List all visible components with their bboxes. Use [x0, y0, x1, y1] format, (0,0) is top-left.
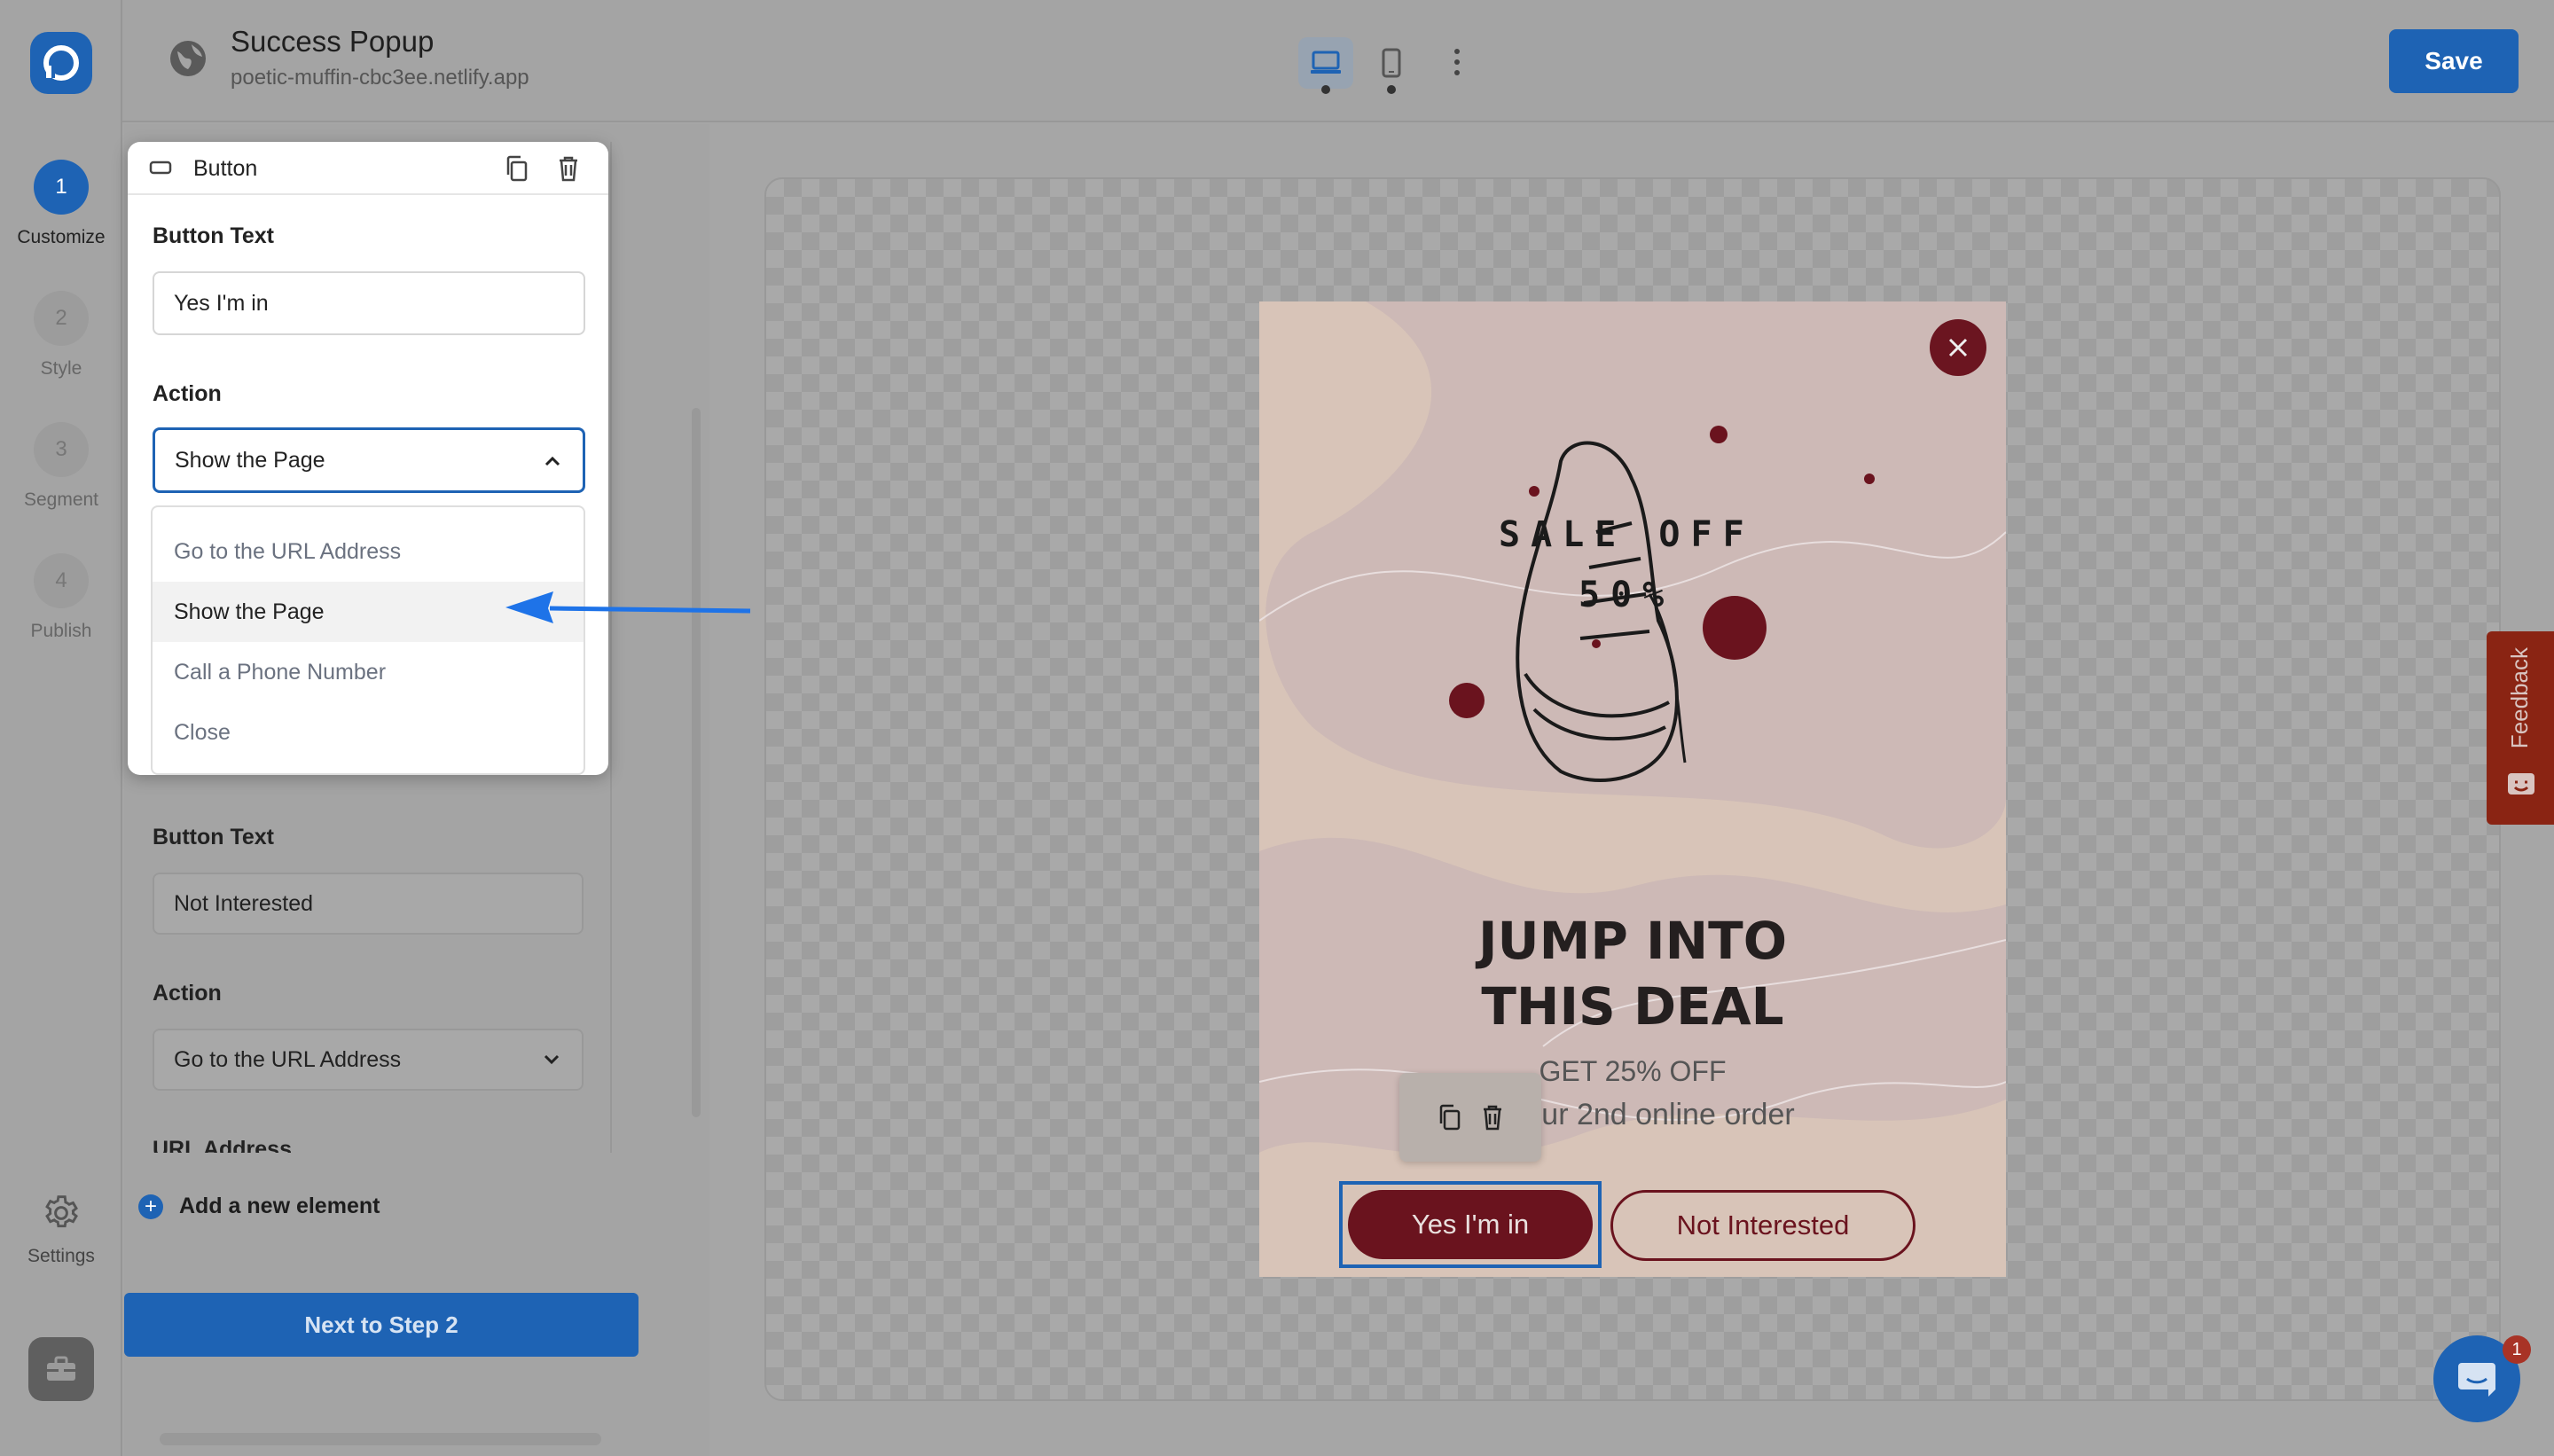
step-label: Publish: [30, 621, 92, 641]
globe-icon: [168, 39, 208, 78]
dropdown-option[interactable]: Go to the URL Address: [153, 521, 584, 582]
desktop-icon: [1311, 51, 1341, 74]
action-select-value: Go to the URL Address: [174, 1046, 402, 1072]
element-settings-card: Button Button Text Yes I'm in Action Sho…: [128, 142, 608, 775]
button-element-icon: [149, 160, 172, 175]
action-select[interactable]: Show the Page: [153, 427, 585, 493]
trash-icon[interactable]: [557, 154, 580, 183]
panel-horizontal-scrollbar[interactable]: [160, 1433, 601, 1445]
step-label: Customize: [17, 227, 106, 247]
app-logo-icon[interactable]: [30, 32, 92, 94]
add-new-element-button[interactable]: + Add a new element: [138, 1194, 380, 1219]
action-select[interactable]: Go to the URL Address: [153, 1029, 584, 1091]
action-select-value: Show the Page: [175, 447, 325, 473]
chat-icon: [2458, 1363, 2495, 1397]
trash-icon[interactable]: [1481, 1103, 1504, 1131]
action-label: Action: [153, 981, 222, 1006]
step-customize[interactable]: 1 Customize: [0, 160, 122, 248]
site-url: poetic-muffin-cbc3ee.netlify.app: [231, 66, 529, 90]
mobile-indicator-dot: [1387, 85, 1396, 94]
gear-icon: [45, 1195, 78, 1228]
chevron-up-icon: [544, 456, 560, 466]
settings-button[interactable]: Settings: [0, 1194, 122, 1267]
dropdown-option[interactable]: Call a Phone Number: [153, 642, 584, 702]
feedback-smile-icon: [2508, 773, 2534, 795]
button-text-input[interactable]: Yes I'm in: [153, 271, 585, 335]
plus-icon: +: [138, 1194, 163, 1219]
settings-label: Settings: [27, 1246, 95, 1266]
chat-notification-badge: 1: [2503, 1335, 2531, 1364]
action-label: Action: [153, 381, 222, 406]
headline-line2: THIS DEAL: [1481, 976, 1784, 1037]
popup-subtext-line1[interactable]: GET 25% OFF: [1259, 1055, 2006, 1088]
step-publish[interactable]: 4 Publish: [0, 553, 122, 642]
chevron-down-icon: [544, 1054, 560, 1065]
button-text-label: Button Text: [153, 825, 275, 849]
dropdown-option[interactable]: Close: [153, 702, 584, 763]
save-button[interactable]: Save: [2389, 29, 2519, 93]
desktop-view-button[interactable]: [1298, 37, 1353, 89]
duplicate-icon[interactable]: [504, 154, 530, 183]
url-address-label: URL Address: [153, 1137, 292, 1153]
step-number: 1: [34, 160, 89, 215]
step-label: Segment: [23, 489, 99, 510]
pointer-arrow-icon: [505, 591, 751, 623]
desktop-indicator-dot: [1321, 85, 1330, 94]
step-number: 3: [34, 422, 89, 477]
element-toolbar: [1399, 1073, 1541, 1162]
next-step-button[interactable]: Next to Step 2: [124, 1293, 638, 1357]
step-number: 4: [34, 553, 89, 608]
duplicate-icon[interactable]: [1437, 1103, 1463, 1131]
popup-headline[interactable]: JUMP INTO THIS DEAL: [1259, 908, 2006, 1039]
mobile-icon: [1382, 48, 1401, 78]
popup-subtext-line2[interactable]: ur 2nd online order: [1259, 1098, 2006, 1132]
step-number: 2: [34, 291, 89, 346]
button-text-input[interactable]: Not Interested: [153, 873, 584, 935]
feedback-label: Feedback: [2506, 647, 2533, 749]
popup-title: Success Popup: [231, 25, 435, 58]
headline-line1: JUMP INTO: [1477, 911, 1788, 971]
card-header: Button: [128, 142, 608, 195]
mobile-view-button[interactable]: [1366, 37, 1417, 89]
sale-text-line1: SALE OFF: [1499, 514, 1755, 555]
step-style[interactable]: 2 Style: [0, 291, 122, 380]
button-text-label: Button Text: [153, 223, 275, 248]
briefcase-icon[interactable]: [28, 1337, 94, 1401]
sale-text-line2: 50%: [1579, 575, 1675, 615]
close-icon[interactable]: [1930, 319, 1986, 376]
step-label: Style: [40, 358, 82, 379]
card-header-label: Button: [193, 156, 258, 181]
popup-no-button[interactable]: Not Interested: [1610, 1190, 1916, 1261]
popup-yes-button[interactable]: Yes I'm in: [1348, 1190, 1593, 1259]
step-segment[interactable]: 3 Segment: [0, 422, 122, 511]
more-options-icon[interactable]: [1435, 43, 1479, 82]
add-new-element-label: Add a new element: [179, 1194, 380, 1218]
panel-scrollbar[interactable]: [692, 408, 701, 1117]
action-dropdown-list: Go to the URL Address Show the Page Call…: [151, 505, 585, 775]
